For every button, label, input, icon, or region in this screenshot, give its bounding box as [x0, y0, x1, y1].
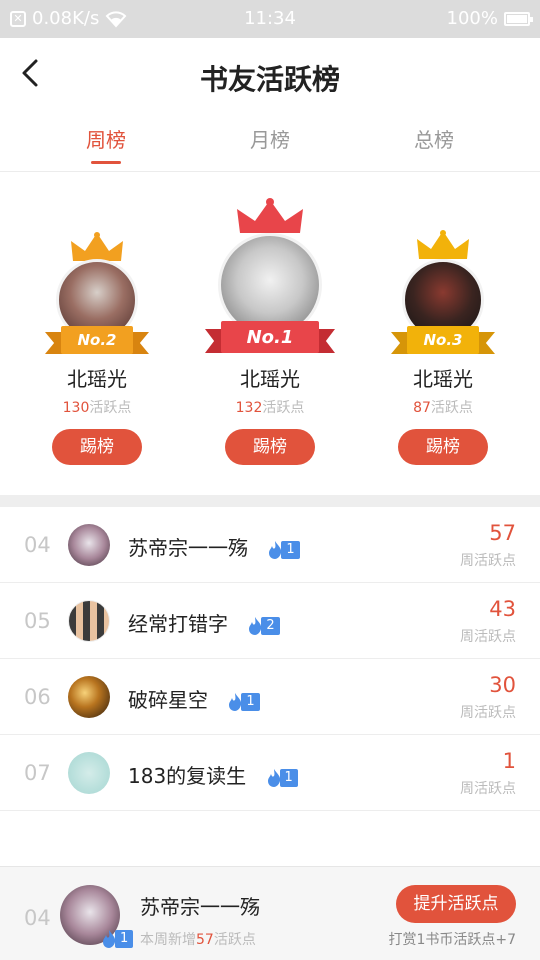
tab-active-indicator — [91, 161, 121, 164]
tab-total[interactable]: 总榜 — [374, 124, 494, 153]
fan-level: 1 — [241, 692, 260, 711]
fan-level-badge: 1 — [266, 540, 300, 560]
list-item[interactable]: 06 破碎星空 1 30 周活跃点 — [0, 659, 540, 735]
points-value: 132 — [235, 400, 263, 416]
my-rank-bar: 04 1 苏帝宗一一殇 本周新增57活跃点 提升活跃点 打赏1书币活跃点+7 — [0, 866, 540, 960]
rank-badge-label: No.2 — [61, 326, 133, 354]
user-name: 183的复读生 — [128, 764, 247, 788]
tab-label: 总榜 — [414, 128, 454, 152]
score-label: 周活跃点 — [460, 553, 516, 569]
fan-level-badge: 1 — [265, 768, 298, 788]
rank-badge: No.1 — [205, 321, 335, 353]
rank-number: 06 — [24, 685, 51, 709]
kick-button[interactable]: 踢榜 — [52, 429, 142, 465]
rank-number: 07 — [24, 761, 51, 785]
list-item[interactable]: 05 经常打错字 2 43 周活跃点 — [0, 583, 540, 659]
list-item[interactable]: 07 183的复读生 1 1 周活跃点 — [0, 735, 540, 811]
user-name: 北瑶光 — [413, 367, 473, 391]
user-name: 经常打错字 — [128, 612, 228, 636]
tab-label: 周榜 — [86, 128, 126, 152]
fan-level-badge: 2 — [246, 616, 280, 636]
section-divider — [0, 495, 540, 507]
weekly-score: 43 — [489, 597, 516, 621]
score-label: 周活跃点 — [460, 781, 516, 797]
avatar[interactable] — [68, 524, 110, 566]
user-name: 破碎星空 — [128, 688, 208, 712]
boost-activity-button[interactable]: 提升活跃点 — [396, 885, 516, 923]
page-title: 书友活跃榜 — [199, 63, 340, 96]
period-tabs: 周榜 月榜 总榜 — [0, 114, 540, 172]
user-name-row: 苏帝宗一一殇 1 — [128, 532, 300, 561]
crown-icon — [237, 198, 303, 233]
my-user-name: 苏帝宗一一殇 — [140, 895, 260, 919]
podium-rank-3: No.3 北瑶光 87活跃点 踢榜 — [358, 173, 528, 495]
crown-icon — [417, 230, 469, 259]
fan-level: 2 — [261, 616, 280, 635]
points-value: 130 — [62, 400, 90, 416]
user-name-row: 破碎星空 1 — [128, 684, 260, 713]
status-bar: ✕ 0.08K/s 11:34 100% — [0, 0, 540, 38]
avatar[interactable] — [68, 752, 110, 794]
user-name-row: 经常打错字 2 — [128, 608, 280, 637]
activity-points: 130活跃点 — [12, 397, 182, 417]
weekly-gain-value: 57 — [196, 932, 214, 948]
list-item[interactable]: 04 苏帝宗一一殇 1 57 周活跃点 — [0, 507, 540, 583]
fan-level: 1 — [279, 768, 298, 787]
rank-number: 05 — [24, 609, 51, 633]
rank-badge: No.2 — [45, 326, 149, 354]
my-rank-number: 04 — [24, 906, 51, 930]
weekly-score: 30 — [489, 673, 516, 697]
activity-points: 132活跃点 — [185, 397, 355, 417]
avatar[interactable] — [68, 600, 110, 642]
user-name: 北瑶光 — [67, 367, 127, 391]
battery-icon — [504, 11, 533, 26]
podium-rank-2: No.2 北瑶光 130活跃点 踢榜 — [12, 173, 182, 495]
avatar[interactable] — [68, 676, 110, 718]
top-three-podium: No.2 北瑶光 130活跃点 踢榜 No.1 北瑶光 132活跃点 踢榜 No… — [0, 173, 540, 495]
user-name-row: 183的复读生 1 — [128, 760, 298, 789]
app-header: 书友活跃榜 — [0, 38, 540, 114]
weekly-gain-prefix: 本周新增 — [140, 932, 196, 948]
rank-badge-label: No.3 — [407, 326, 479, 354]
tab-monthly[interactable]: 月榜 — [210, 124, 330, 153]
my-weekly-gain: 本周新增57活跃点 — [140, 929, 256, 949]
points-label: 活跃点 — [430, 400, 473, 416]
reward-tip: 打赏1书币活跃点+7 — [388, 932, 516, 948]
fan-level: 1 — [281, 540, 300, 559]
score-label: 周活跃点 — [460, 705, 516, 721]
battery-level: 100% — [446, 8, 498, 29]
tab-label: 月榜 — [250, 128, 290, 152]
podium-rank-1: No.1 北瑶光 132活跃点 踢榜 — [185, 173, 355, 495]
ranking-list: 04 苏帝宗一一殇 1 57 周活跃点 05 经常打错字 2 43 周活跃点 0… — [0, 507, 540, 811]
activity-points: 87活跃点 — [358, 397, 528, 417]
weekly-gain-suffix: 活跃点 — [213, 932, 256, 948]
kick-button[interactable]: 踢榜 — [225, 429, 315, 465]
score-label: 周活跃点 — [460, 629, 516, 645]
weekly-score: 1 — [502, 749, 516, 773]
kick-button[interactable]: 踢榜 — [398, 429, 488, 465]
rank-badge-label: No.1 — [221, 321, 319, 353]
fan-level-badge: 1 — [226, 692, 260, 712]
rank-badge: No.3 — [391, 326, 495, 354]
tab-weekly[interactable]: 周榜 — [46, 124, 166, 164]
weekly-score: 57 — [489, 521, 516, 545]
user-name: 北瑶光 — [240, 367, 300, 391]
rank-number: 04 — [24, 533, 51, 557]
points-label: 活跃点 — [89, 400, 132, 416]
points-value: 87 — [413, 400, 431, 416]
points-label: 活跃点 — [262, 400, 305, 416]
my-fan-level-badge: 1 — [100, 929, 134, 949]
user-name: 苏帝宗一一殇 — [128, 536, 248, 560]
fan-level: 1 — [115, 930, 134, 948]
